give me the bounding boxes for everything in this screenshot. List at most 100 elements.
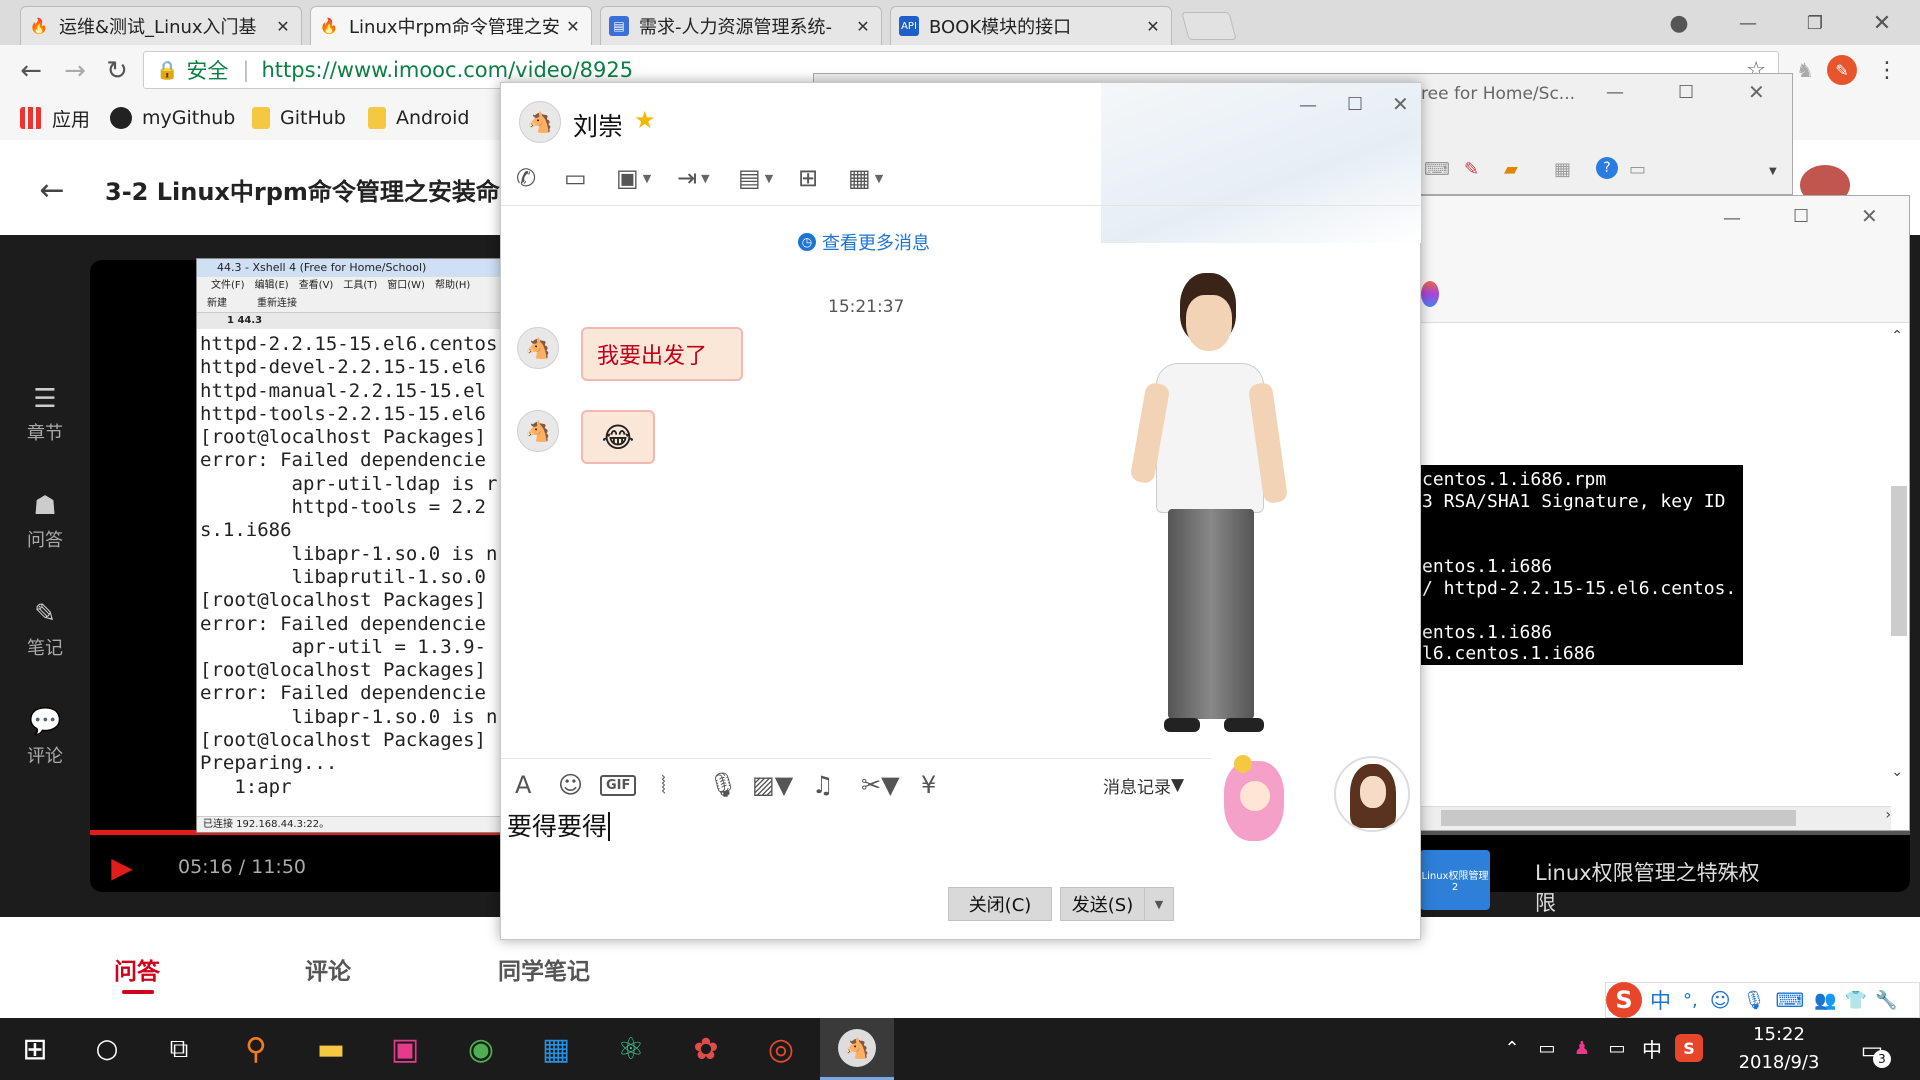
message-bubble[interactable]: 😂	[581, 410, 655, 464]
sender-avatar[interactable]: 🐴	[517, 327, 559, 369]
scrollbar-thumb[interactable]	[1891, 486, 1907, 636]
tab-qa[interactable]: 问答	[114, 952, 160, 986]
chat-icon[interactable]: ▭	[1629, 159, 1646, 180]
close-icon[interactable]: ✕	[853, 17, 873, 36]
paint-app-icon[interactable]: ✿	[675, 1018, 737, 1080]
close-icon[interactable]: ✕	[1748, 80, 1765, 104]
restore-icon[interactable]: ☐	[1793, 206, 1809, 227]
next-video-title[interactable]: Linux权限管理之特殊权限	[1535, 858, 1775, 918]
clock-date[interactable]: 2018/9/3	[1725, 1052, 1833, 1073]
more-messages-link[interactable]: ◷ 查看更多消息	[798, 229, 930, 255]
bookmark-github[interactable]: GitHub	[252, 104, 346, 132]
close-icon[interactable]: ✕	[1861, 204, 1878, 228]
intellij-icon[interactable]: ▣	[374, 1018, 436, 1080]
horizontal-scrollbar[interactable]: ›	[1421, 806, 1891, 830]
sidebar-item-notes[interactable]: ✎ 笔记	[0, 600, 90, 670]
extension-icon[interactable]: ♞	[1790, 55, 1820, 85]
minimize-icon[interactable]: —	[1728, 6, 1768, 40]
sidebar-item-chapters[interactable]: ☰ 章节	[0, 385, 90, 455]
bookmark-mygithub[interactable]: myGithub	[110, 104, 235, 132]
close-icon[interactable]: ✕	[563, 17, 583, 36]
xshell-session-tab[interactable]: 1 44.3	[197, 313, 515, 329]
cortana-icon[interactable]: ○	[76, 1018, 138, 1080]
browser-tab[interactable]: API BOOK模块的接口 ✕	[890, 6, 1172, 45]
send-button[interactable]: 发送(S)	[1060, 887, 1144, 921]
ime-language[interactable]: 中	[1650, 985, 1671, 1015]
bookmark-apps[interactable]: 应用	[20, 104, 90, 132]
play-icon[interactable]: ▶	[105, 850, 139, 884]
create-group-button[interactable]: ⊞	[798, 161, 818, 195]
task-view-icon[interactable]: ⧉	[148, 1018, 210, 1080]
message-input[interactable]: 要得要得	[507, 807, 1207, 867]
sogou-tray-icon[interactable]: S	[1675, 1034, 1703, 1062]
sidebar-item-qa[interactable]: ☗ 问答	[0, 492, 90, 562]
gif-button[interactable]: GIF	[600, 768, 637, 802]
browser-tab[interactable]: 🔥 运维&测试_Linux入门基 ✕	[20, 6, 302, 45]
virtualbox-icon[interactable]: ▦	[525, 1018, 587, 1080]
image-button[interactable]: ▨ ▼	[752, 768, 793, 802]
browser-tab[interactable]: ▤ 需求-人力资源管理系统- ✕	[600, 6, 882, 45]
bookmark-android[interactable]: Android	[368, 104, 469, 132]
file-explorer-icon[interactable]: ▬	[300, 1018, 362, 1080]
scroll-up-icon[interactable]: ⌃	[1891, 328, 1903, 344]
screenshot-button[interactable]: ✂ ▼	[861, 768, 900, 802]
menu-item[interactable]: 文件(F)	[211, 277, 245, 295]
shake-button[interactable]: ⦚	[661, 768, 666, 802]
help-icon[interactable]: ?	[1596, 157, 1618, 179]
message-bubble[interactable]: 我要出发了	[581, 327, 743, 381]
folder-icon[interactable]: ▰	[1504, 159, 1518, 180]
tab-notes[interactable]: 同学笔记	[498, 952, 590, 986]
menu-dots-icon[interactable]: ⋮	[1872, 55, 1902, 85]
keyboard-icon[interactable]: ⌨	[1424, 159, 1450, 180]
punctuation-icon[interactable]: °,	[1683, 990, 1698, 1011]
maximize-icon[interactable]: ☐	[1347, 94, 1363, 115]
battery-icon[interactable]: ▭	[1602, 1030, 1632, 1066]
clock-time[interactable]: 15:22	[1735, 1024, 1823, 1045]
menu-item[interactable]: 查看(V)	[299, 277, 334, 295]
windows-start-icon[interactable]: ⊞	[4, 1018, 66, 1080]
next-video-thumbnail[interactable]: Linux权限管理2	[1420, 850, 1490, 910]
close-window-icon[interactable]: ✕	[1862, 6, 1902, 40]
scrollbar-thumb[interactable]	[1441, 810, 1796, 826]
atom-icon[interactable]: ⚛	[600, 1018, 662, 1080]
new-tab-button[interactable]	[1181, 12, 1237, 40]
screen-share-button[interactable]: ▣ ▼	[616, 161, 651, 195]
brush-icon[interactable]: ✎	[1464, 159, 1479, 180]
reload-icon[interactable]: ↻	[100, 54, 134, 88]
tab-comments[interactable]: 评论	[305, 952, 351, 986]
chevron-up-icon[interactable]: ⌃	[1497, 1030, 1527, 1066]
chrome-icon[interactable]: ◉	[450, 1018, 512, 1080]
close-button[interactable]: 关闭(C)	[948, 887, 1052, 921]
remote-desktop-button[interactable]: ▤ ▼	[738, 161, 773, 195]
browser-tab-active[interactable]: 🔥 Linux中rpm命令管理之安 ✕	[310, 6, 592, 45]
voice-message-button[interactable]: 🎙	[708, 768, 738, 802]
scroll-down-icon[interactable]: ⌄	[1891, 764, 1903, 780]
emoji-button[interactable]: ☺	[558, 768, 583, 802]
extension-icon[interactable]: ✎	[1827, 55, 1857, 85]
restore-icon[interactable]: ❐	[1795, 6, 1835, 40]
microphone-icon[interactable]: 🎙	[1743, 990, 1766, 1011]
qq-app-icon[interactable]: 🐴	[820, 1018, 894, 1080]
my-avatar[interactable]	[1334, 756, 1410, 832]
contact-avatar[interactable]: 🐴	[519, 101, 561, 143]
sidebar-item-comments[interactable]: 💬 评论	[0, 708, 90, 778]
file-transfer-button[interactable]: ⇥ ▼	[677, 161, 710, 195]
tray-app-icon[interactable]: ♟	[1567, 1030, 1597, 1066]
red-packet-button[interactable]: ¥	[921, 768, 936, 802]
toolbar-reconnect[interactable]: 重新连接	[257, 295, 297, 312]
restore-icon[interactable]: ☐	[1678, 82, 1694, 103]
history-button[interactable]: 消息记录 ▼	[1103, 768, 1184, 802]
dropdown-icon[interactable]: ▼	[1769, 166, 1777, 177]
send-options-button[interactable]: ▼	[1144, 887, 1174, 921]
sender-avatar[interactable]: 🐴	[517, 410, 559, 452]
back-arrow-icon[interactable]: ←	[14, 54, 48, 88]
music-button[interactable]: ♫	[812, 768, 834, 802]
profile-icon[interactable]: ●	[1662, 6, 1696, 40]
font-button[interactable]: A	[515, 768, 531, 802]
wrench-icon[interactable]: 🔧	[1875, 990, 1897, 1011]
close-icon[interactable]: ✕	[1143, 17, 1163, 36]
network-icon[interactable]: ▭	[1532, 1030, 1562, 1066]
user-icon[interactable]: 👥	[1814, 990, 1836, 1011]
search-app-icon[interactable]: ⚲	[225, 1018, 287, 1080]
voice-call-button[interactable]: ✆	[516, 161, 536, 195]
